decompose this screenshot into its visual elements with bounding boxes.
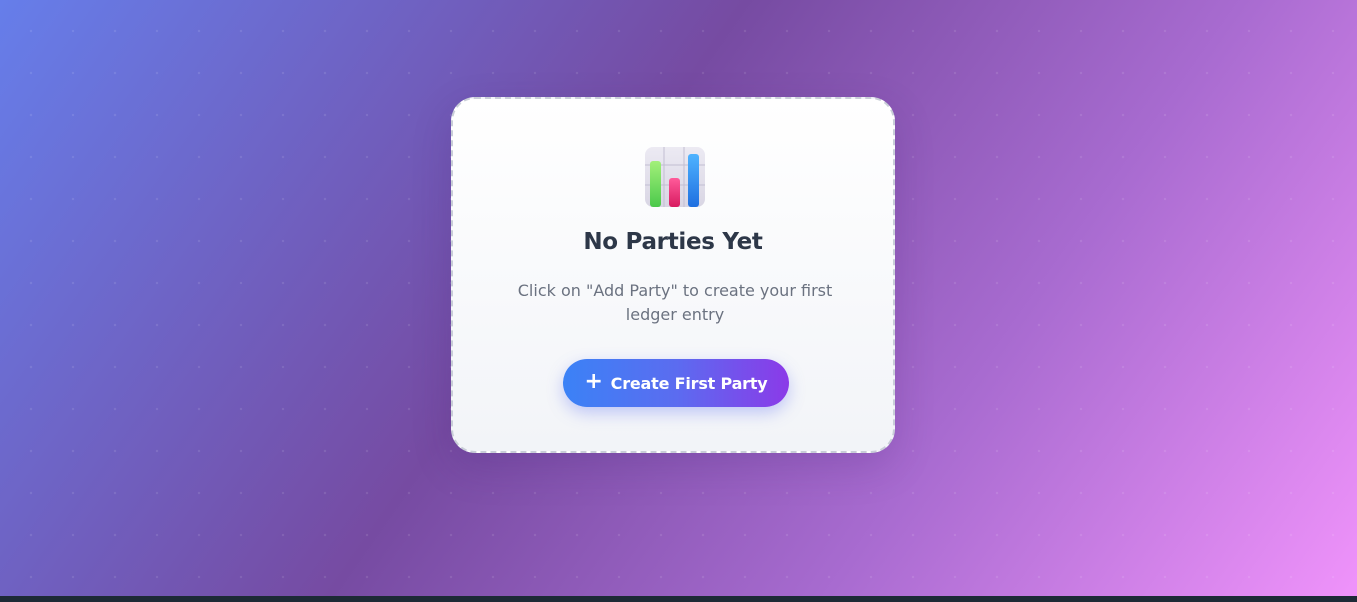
empty-state-description: Click on "Add Party" to create your firs…	[517, 281, 833, 324]
plus-icon: +	[584, 369, 603, 394]
create-first-party-label: Create First Party	[610, 373, 768, 393]
bar-chart-icon	[645, 147, 705, 207]
bottom-bar	[0, 596, 1357, 602]
empty-state-card: No Parties Yet Click on "Add Party" to c…	[451, 97, 895, 453]
create-first-party-button[interactable]: + Create First Party	[563, 359, 789, 407]
empty-state-title: No Parties Yet	[583, 229, 763, 255]
